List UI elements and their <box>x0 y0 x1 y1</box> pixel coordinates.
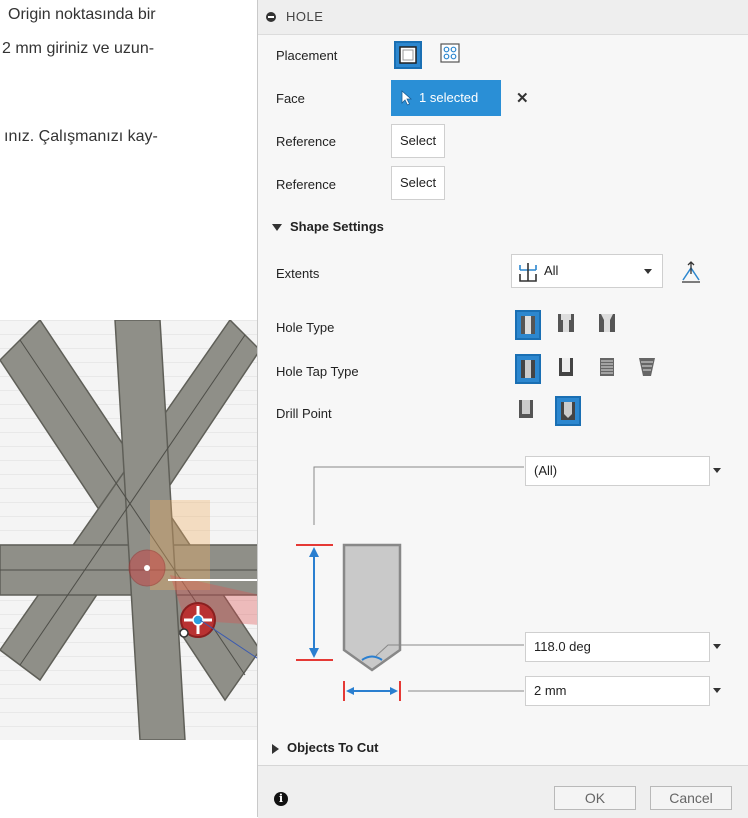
clear-face-icon[interactable]: ✕ <box>516 89 529 107</box>
counterbore-hole-type-button[interactable] <box>555 310 581 340</box>
cancel-button[interactable]: Cancel <box>650 786 732 810</box>
drill-point-label: Drill Point <box>276 406 332 421</box>
reference-2-label: Reference <box>276 177 336 192</box>
extents-value: All <box>544 263 559 278</box>
simple-tap-button[interactable] <box>515 354 541 384</box>
cursor-arrow-icon <box>401 90 413 106</box>
hole-panel: HOLE Placement Face 1 selected ✕ Referen… <box>257 0 748 818</box>
hole-type-label: Hole Type <box>276 320 335 335</box>
flip-direction-icon[interactable] <box>678 260 704 286</box>
angle-drill-point-icon <box>561 402 575 420</box>
panel-title: HOLE <box>286 9 324 24</box>
info-icon[interactable]: i <box>274 792 288 806</box>
depth-value: (All) <box>534 463 558 478</box>
doc-line-1: Origin noktasında bir <box>8 6 156 23</box>
hole-diameter-input[interactable]: 2 mm <box>525 676 710 706</box>
tapped-tap-button[interactable] <box>596 354 622 384</box>
shape-settings-section[interactable]: Shape Settings <box>272 219 384 234</box>
face-select-button[interactable]: 1 selected <box>391 80 501 116</box>
face-label: Face <box>276 91 305 106</box>
simple-hole-icon <box>521 316 535 334</box>
objects-to-cut-title: Objects To Cut <box>287 740 379 755</box>
clearance-tap-button[interactable] <box>555 354 581 384</box>
doc-line-3: ınız. Çalışmanızı kay- <box>4 128 158 145</box>
single-hole-placement-button[interactable] <box>394 41 422 69</box>
shape-settings-title: Shape Settings <box>290 219 384 234</box>
extents-label: Extents <box>276 266 320 281</box>
chevron-down-icon <box>644 269 652 274</box>
collapsed-chevron-icon <box>272 743 279 754</box>
diameter-chevron-icon[interactable] <box>713 688 721 693</box>
taper-tapped-tap-button[interactable] <box>636 354 662 384</box>
angle-chevron-icon[interactable] <box>713 644 721 649</box>
single-hole-icon <box>399 46 417 64</box>
tapped-tap-icon <box>600 358 614 376</box>
counterbore-icon <box>558 314 574 332</box>
flat-drill-point-icon <box>519 400 533 418</box>
reference-1-select-button[interactable]: Select <box>391 124 446 158</box>
extents-all-icon <box>519 263 537 282</box>
flat-drill-point-button[interactable] <box>515 396 541 426</box>
face-selected-count: 1 selected <box>419 90 479 105</box>
multi-hole-icon <box>440 43 460 63</box>
depth-chevron-icon[interactable] <box>713 468 721 473</box>
drill-angle-input[interactable]: 118.0 deg <box>525 632 710 662</box>
expand-chevron-icon <box>272 224 282 232</box>
simple-tap-icon <box>521 360 535 378</box>
clearance-tap-icon <box>559 358 573 376</box>
objects-to-cut-section[interactable]: Objects To Cut <box>272 740 378 755</box>
collapse-icon[interactable] <box>266 12 276 22</box>
reference-1-label: Reference <box>276 134 336 149</box>
3d-viewport[interactable] <box>0 320 260 740</box>
multiple-hole-placement-button[interactable] <box>438 41 466 69</box>
placement-label: Placement <box>276 48 338 63</box>
hole-diameter-value: 2 mm <box>534 683 567 698</box>
doc-line-2: 2 mm giriniz ve uzun- <box>2 40 155 57</box>
panel-footer: i OK Cancel <box>258 765 748 818</box>
ok-button[interactable]: OK <box>554 786 636 810</box>
taper-tapped-icon <box>639 358 655 376</box>
angle-drill-point-button[interactable] <box>555 396 581 426</box>
viewport-scene <box>0 320 260 740</box>
simple-hole-type-button[interactable] <box>515 310 541 340</box>
depth-dropdown[interactable]: (All) <box>525 456 710 486</box>
extents-dropdown[interactable]: All <box>511 254 663 288</box>
panel-header: HOLE <box>258 0 748 35</box>
hole-tap-type-label: Hole Tap Type <box>276 364 359 379</box>
countersink-hole-type-button[interactable] <box>596 310 622 340</box>
drill-angle-value: 118.0 deg <box>534 639 591 654</box>
countersink-icon <box>599 314 615 332</box>
reference-2-select-button[interactable]: Select <box>391 166 446 200</box>
